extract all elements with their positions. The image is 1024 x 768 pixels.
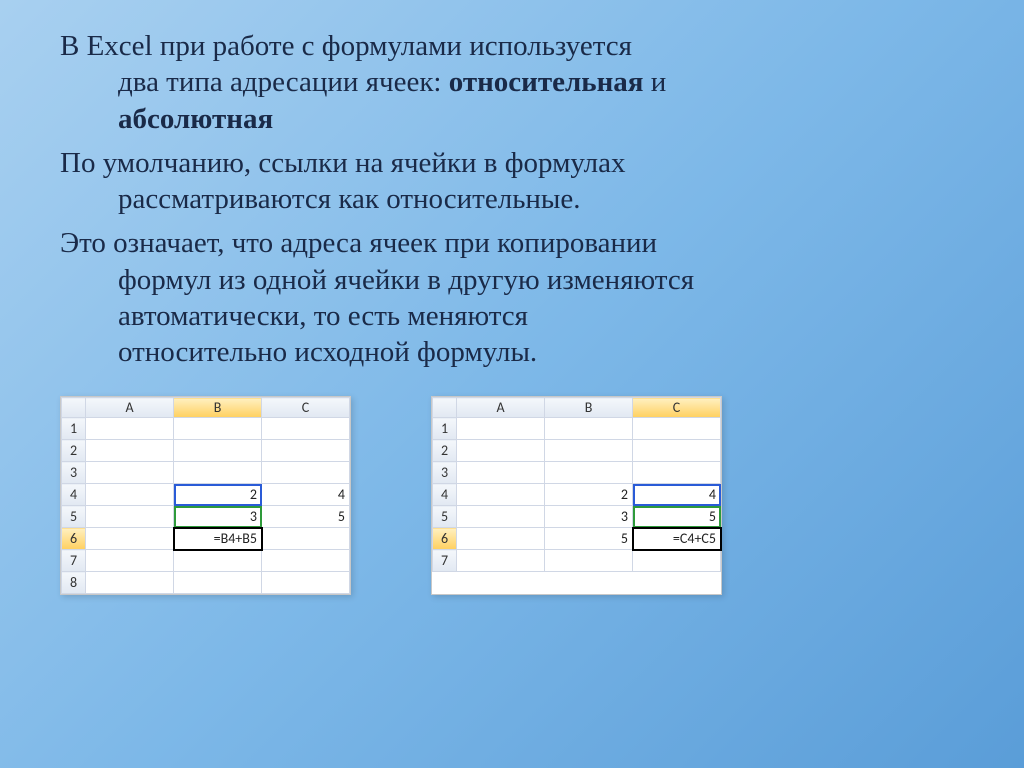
excel-snippet-2: A B C 1 2 3 424 535 65=C4+C5 7 xyxy=(431,396,722,595)
cell-B5: 3 xyxy=(545,506,633,528)
p1-l2b: и xyxy=(644,66,667,98)
p2-l1: По умолчанию, ссылки на ячейки в формула… xyxy=(60,147,626,179)
excel-grid-2: A B C 1 2 3 424 535 65=C4+C5 7 xyxy=(432,397,721,572)
row-header-6: 6 xyxy=(62,528,86,550)
corner-cell xyxy=(62,398,86,418)
corner-cell xyxy=(433,398,457,418)
cell-B4: 2 xyxy=(174,484,262,506)
row-header-2: 2 xyxy=(433,440,457,462)
cell-B6-formula: =B4+B5 xyxy=(174,528,262,550)
p3-l2: формул из одной ячейки в другую изменяют… xyxy=(60,262,964,298)
row-header-3: 3 xyxy=(62,462,86,484)
cell-B5: 3 xyxy=(174,506,262,528)
p1-bold2: абсолютная xyxy=(118,103,273,135)
row-header-8: 8 xyxy=(62,572,86,594)
paragraph-3: Это означает, что адреса ячеек при копир… xyxy=(60,225,964,370)
row-header-3: 3 xyxy=(433,462,457,484)
row-header-4: 4 xyxy=(433,484,457,506)
cell-C5: 5 xyxy=(633,506,721,528)
p3-l3: автоматически, то есть меняются xyxy=(60,298,964,334)
row-header-6: 6 xyxy=(433,528,457,550)
col-header-A: A xyxy=(86,398,174,418)
slide-text: В Excel при работе с формулами используе… xyxy=(0,0,1024,370)
col-header-C: C xyxy=(262,398,350,418)
col-header-A: A xyxy=(457,398,545,418)
cell-C4: 4 xyxy=(262,484,350,506)
p1-l2a: два типа адресации ячеек: xyxy=(118,66,449,98)
p3-l1: Это означает, что адреса ячеек при копир… xyxy=(60,227,657,259)
cell-C6-formula: =C4+C5 xyxy=(633,528,721,550)
p2-l2: рассматриваются как относительные. xyxy=(60,181,964,217)
col-header-B: B xyxy=(174,398,262,418)
row-header-7: 7 xyxy=(62,550,86,572)
col-header-B: B xyxy=(545,398,633,418)
cell-B6: 5 xyxy=(545,528,633,550)
paragraph-2: По умолчанию, ссылки на ячейки в формула… xyxy=(60,145,964,218)
figures-row: A B C 1 2 3 424 535 6=B4+B5 7 8 A B C 1 … xyxy=(0,378,1024,595)
row-header-5: 5 xyxy=(433,506,457,528)
p1-l1: В Excel при работе с формулами используе… xyxy=(60,30,632,62)
row-header-5: 5 xyxy=(62,506,86,528)
cell-B4: 2 xyxy=(545,484,633,506)
row-header-1: 1 xyxy=(62,418,86,440)
excel-grid-1: A B C 1 2 3 424 535 6=B4+B5 7 8 xyxy=(61,397,350,594)
excel-snippet-1: A B C 1 2 3 424 535 6=B4+B5 7 8 xyxy=(60,396,351,595)
row-header-4: 4 xyxy=(62,484,86,506)
row-header-2: 2 xyxy=(62,440,86,462)
p1-bold1: относительная xyxy=(449,66,644,98)
cell-C4: 4 xyxy=(633,484,721,506)
row-header-1: 1 xyxy=(433,418,457,440)
p3-l4: относительно исходной формулы. xyxy=(60,334,964,370)
paragraph-1: В Excel при работе с формулами используе… xyxy=(60,28,964,137)
row-header-7: 7 xyxy=(433,550,457,572)
cell-C5: 5 xyxy=(262,506,350,528)
col-header-C: C xyxy=(633,398,721,418)
